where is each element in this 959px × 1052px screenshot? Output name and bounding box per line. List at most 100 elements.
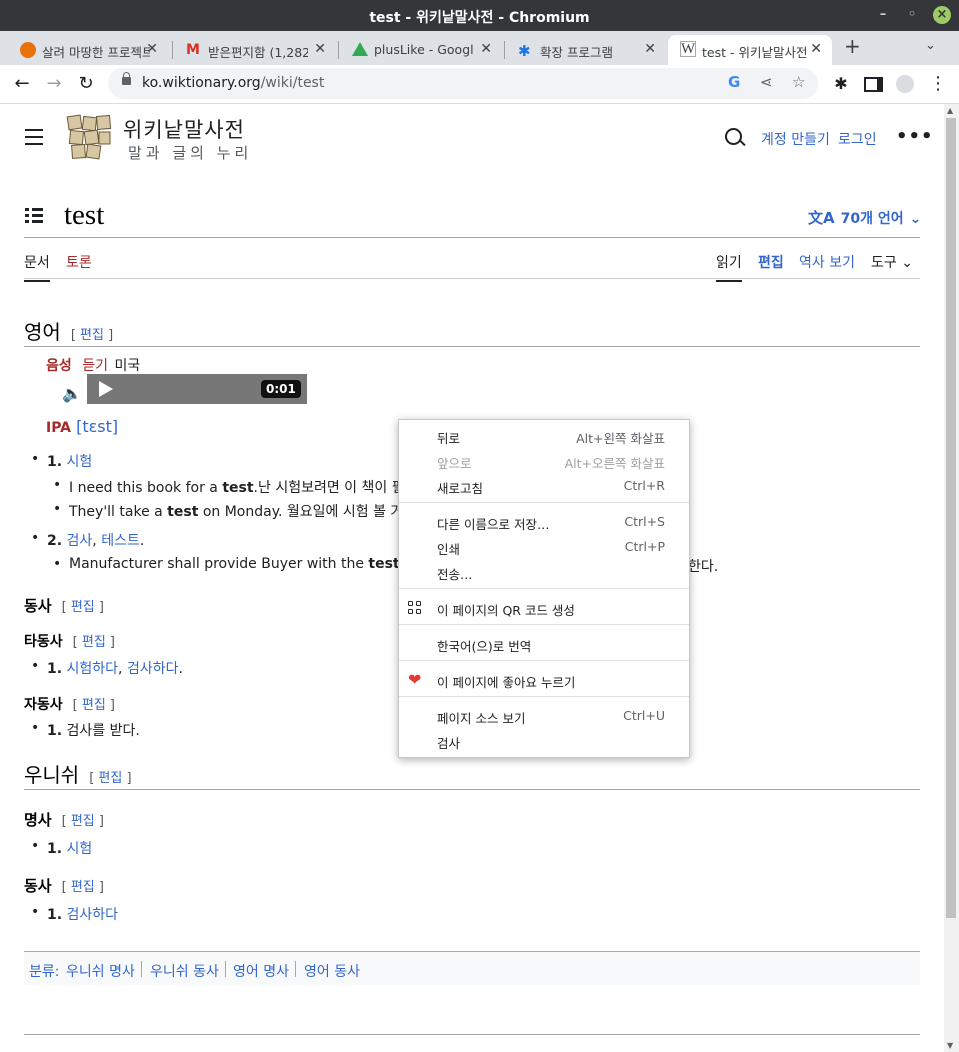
bookmark-star-icon[interactable]: ☆ (792, 73, 805, 91)
ipa-label[interactable]: IPA (46, 420, 71, 436)
language-button[interactable]: 文A 70개 언어 ⌄ (808, 207, 921, 228)
category-label[interactable]: 분류: (29, 961, 59, 981)
reload-icon[interactable]: ↻ (73, 71, 99, 97)
sense-link[interactable]: 시험 (67, 454, 93, 470)
tab-search-chevron-icon[interactable]: ⌄ (925, 38, 936, 53)
menu-item-print[interactable]: 인쇄 Ctrl+P (399, 535, 689, 559)
menu-item-back[interactable]: 뒤로 Alt+왼쪽 화살표 (399, 424, 689, 448)
audio-player[interactable]: 0:01 (87, 374, 307, 404)
tab-read[interactable]: 읽기 (716, 252, 742, 282)
share-icon[interactable]: ⋖ (760, 73, 773, 91)
scroll-up-icon[interactable]: ▲ (947, 106, 953, 115)
sense-link[interactable]: 검사 (67, 533, 93, 549)
tab-3[interactable]: ✱ 확장 프로그램 ✕ (506, 35, 666, 65)
edit-link[interactable]: [ 편집 ] (89, 771, 131, 786)
edit-link[interactable]: [ 편집 ] (62, 814, 104, 829)
profile-avatar-icon[interactable] (892, 71, 918, 97)
heading-uzbek: 우니쉬[ 편집 ] (24, 763, 132, 787)
menu-separator (399, 502, 689, 503)
menu-item-forward[interactable]: 앞으로 Alt+오른쪽 화살표 (399, 449, 689, 473)
window-titlebar: test - 위키낱말사전 - Chromium – ◦ × (0, 0, 959, 31)
tab-tools[interactable]: 도구 ⌄ (871, 252, 913, 272)
wiktionary-logo[interactable] (66, 114, 112, 160)
edit-link[interactable]: [ 편집 ] (62, 600, 104, 615)
tab-article[interactable]: 문서 (24, 252, 50, 282)
category-box: 분류: 우니쉬 명사 우니쉬 동사 영어 명사 영어 동사 (24, 951, 920, 985)
title-divider (24, 237, 920, 238)
menu-item-qr-code[interactable]: 이 페이지의 QR 코드 생성 (399, 596, 689, 620)
tab-edit[interactable]: 편집 (758, 252, 784, 272)
category-link[interactable]: 영어 동사 (304, 961, 360, 981)
menu-item-inspect[interactable]: 검사 (399, 729, 689, 753)
sense-link[interactable]: 시험 (67, 841, 93, 857)
sense-link[interactable]: 시험하다 (67, 661, 119, 677)
tab-talk[interactable]: 토론 (66, 252, 92, 272)
speaker-icon[interactable]: 🔈 (62, 384, 82, 403)
extensions-puzzle-icon[interactable]: ✱ (828, 71, 854, 97)
page-scrollbar[interactable]: ▲ ▼ (944, 104, 959, 1052)
site-tagline: 말과 글의 누리 (128, 144, 253, 162)
site-name[interactable]: 위키낱말사전 (123, 114, 245, 144)
tab-history[interactable]: 역사 보기 (799, 252, 855, 272)
edit-link[interactable]: [ 편집 ] (62, 880, 104, 895)
scrollbar-thumb[interactable] (946, 118, 956, 918)
sense-link[interactable]: 테스트 (101, 533, 140, 549)
google-translate-icon[interactable]: G (728, 73, 740, 91)
menu-separator (399, 660, 689, 661)
edit-link[interactable]: [ 편집 ] (73, 635, 115, 650)
sense-link[interactable]: 검사하다 (127, 661, 179, 677)
url-text[interactable]: ko.wiktionary.org/wiki/test (142, 75, 324, 91)
table-of-contents-icon[interactable] (25, 208, 43, 226)
menu-item-reload[interactable]: 새로고침 Ctrl+R (399, 474, 689, 498)
more-options-icon[interactable]: ••• (896, 126, 934, 147)
category-link[interactable]: 우니쉬 동사 (150, 961, 219, 981)
tab-4-active[interactable]: W test - 위키낱말사전 ✕ (668, 35, 832, 65)
listen-link[interactable]: 듣기 (82, 358, 108, 374)
pronunciation-label: 음성 (46, 358, 72, 374)
menu-item-like-page[interactable]: ❤ 이 페이지에 좋아요 누르기 (399, 668, 689, 692)
tab-close-icon[interactable]: ✕ (480, 41, 492, 57)
menu-item-cast[interactable]: 전송… (399, 560, 689, 584)
create-account-link[interactable]: 계정 만들기 (761, 129, 830, 149)
menu-separator (399, 696, 689, 697)
main-menu-icon[interactable] (25, 129, 43, 150)
close-window-icon[interactable]: × (933, 6, 951, 24)
address-bar[interactable]: ko.wiktionary.org/wiki/test G ⋖ ☆ (108, 68, 818, 99)
menu-item-save-as[interactable]: 다른 이름으로 저장… Ctrl+S (399, 510, 689, 534)
menu-item-view-source[interactable]: 페이지 소스 보기 Ctrl+U (399, 704, 689, 728)
chevron-down-icon: ⌄ (901, 255, 913, 271)
tab-separator (338, 41, 339, 59)
category-link[interactable]: 영어 명사 (233, 961, 289, 981)
heading-transitive: 타동사[ 편집 ] (24, 634, 115, 650)
tab-2[interactable]: plusLike - Google ✕ (340, 35, 502, 65)
browser-menu-icon[interactable]: ⋮ (925, 71, 951, 97)
list-item: 2. 검사, 테스트. (31, 530, 144, 550)
tab-0[interactable]: 살려 마땅한 프로젝트 ✕ (8, 35, 168, 65)
translate-icon: 文A (808, 209, 835, 227)
minimize-icon[interactable]: – (874, 6, 892, 24)
maximize-icon[interactable]: ◦ (903, 6, 921, 24)
ipa-text[interactable]: [tɛst] (76, 417, 118, 436)
scroll-down-icon[interactable]: ▼ (947, 1041, 953, 1050)
new-tab-icon[interactable]: + (844, 34, 861, 58)
forward-arrow-icon[interactable]: → (41, 71, 67, 97)
tab-close-icon[interactable]: ✕ (314, 41, 326, 57)
edit-link[interactable]: [ 편집 ] (73, 698, 115, 713)
back-arrow-icon[interactable]: ← (9, 71, 35, 97)
edit-link[interactable]: [ 편집 ] (71, 328, 113, 343)
tab-1[interactable]: M 받은편지함 (1,282) ✕ (174, 35, 336, 65)
category-separator (141, 961, 142, 977)
login-link[interactable]: 로그인 (838, 129, 877, 149)
tab-close-icon[interactable]: ✕ (644, 41, 656, 57)
menu-item-translate[interactable]: 한국어(으)로 번역 (399, 632, 689, 656)
example-item: I need this book for a test.난 시험보려면 이 책이… (53, 477, 430, 497)
tab-close-icon[interactable]: ✕ (810, 41, 822, 57)
search-icon[interactable] (725, 128, 742, 145)
tab-close-icon[interactable]: ✕ (146, 41, 158, 57)
drive-icon (352, 42, 368, 56)
category-link[interactable]: 우니쉬 명사 (66, 961, 135, 981)
tabs-divider (24, 278, 920, 279)
sense-link[interactable]: 검사하다 (67, 907, 119, 923)
side-panel-icon[interactable] (860, 71, 886, 97)
play-icon[interactable] (99, 381, 113, 397)
